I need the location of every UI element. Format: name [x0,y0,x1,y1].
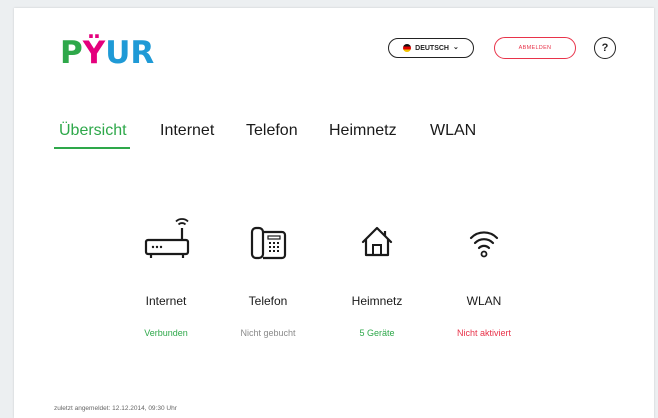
pyur-logo[interactable]: PŸUR [60,38,154,69]
tile-heimnetz[interactable]: Heimnetz 5 Geräte [327,218,427,338]
status-telefon: Nicht gebucht [240,328,296,338]
tile-label-internet: Internet [145,294,187,308]
help-button[interactable]: ? [594,37,616,59]
status-internet: Verbunden [144,328,188,338]
logo-letter-p: P [60,35,83,71]
tile-wlan[interactable]: WLAN Nicht aktiviert [434,218,534,338]
tile-telefon[interactable]: Telefon Nicht gebucht [218,218,318,338]
logo-letter-y: Ÿ [82,35,106,71]
phone-icon [250,226,287,260]
tab-uebersicht[interactable]: Übersicht [54,122,130,149]
chevron-down-icon: ⌄ [452,44,459,51]
tab-wlan[interactable]: WLAN [430,122,476,149]
german-flag-icon [403,44,412,52]
status-wlan: Nicht aktiviert [456,328,511,338]
tile-label-heimnetz: Heimnetz [351,294,403,308]
tile-label-wlan: WLAN [466,294,502,308]
home-icon [361,226,393,257]
main-card: PŸUR DEUTSCH ⌄ ABMELDEN ? Übersicht Inte… [14,8,654,418]
tab-internet[interactable]: Internet [160,122,214,149]
tab-telefon[interactable]: Telefon [246,122,298,149]
wifi-icon [469,231,499,258]
tab-heimnetz[interactable]: Heimnetz [329,122,397,149]
logo-letters-ur: UR [105,35,155,71]
language-selector[interactable]: DEUTSCH ⌄ [388,38,474,58]
language-label: DEUTSCH [415,44,449,52]
last-login-text: zuletzt angemeldet: 12.12.2014, 09:30 Uh… [54,405,177,412]
router-icon [144,218,190,258]
tile-internet[interactable]: Internet Verbunden [116,218,216,338]
tile-label-telefon: Telefon [248,294,288,308]
status-heimnetz: 5 Geräte [359,328,395,338]
logout-button[interactable]: ABMELDEN [494,37,576,59]
